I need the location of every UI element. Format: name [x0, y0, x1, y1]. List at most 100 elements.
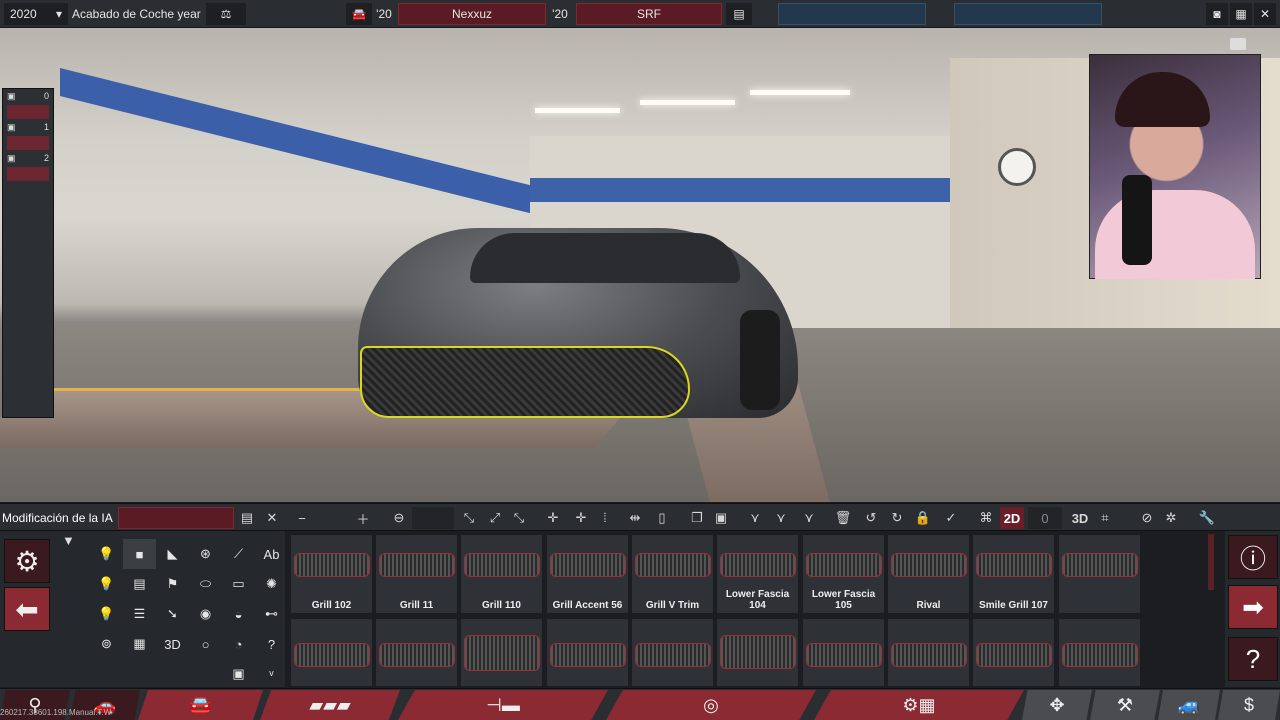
- parts-tab-icon[interactable]: ⊣▬: [398, 690, 608, 720]
- plus-icon[interactable]: ＋: [352, 507, 374, 529]
- part-card[interactable]: [1058, 618, 1141, 687]
- box-icon[interactable]: ▣: [222, 659, 255, 689]
- keyboard-icon[interactable]: ▤: [726, 3, 752, 25]
- scale-x-icon[interactable]: ⤡: [458, 507, 480, 529]
- paste-icon[interactable]: ▣: [710, 507, 732, 529]
- mode-3d-button[interactable]: 3D: [1068, 507, 1092, 529]
- slash-icon[interactable]: ⟋: [222, 539, 255, 569]
- text-tool[interactable]: Ab: [255, 539, 288, 569]
- badge-icon[interactable]: ▭: [222, 569, 255, 599]
- copy-icon[interactable]: ❐: [686, 507, 708, 529]
- layer-row[interactable]: ▣ 0: [3, 89, 53, 104]
- bulb-icon[interactable]: 💡: [90, 599, 123, 629]
- lights-tab-icon[interactable]: ◎: [606, 690, 816, 720]
- bulb-icon[interactable]: 💡: [90, 539, 123, 569]
- check-icon[interactable]: ✓: [940, 507, 962, 529]
- blue-slot-a[interactable]: [778, 3, 926, 25]
- selected-part-outline[interactable]: [360, 346, 690, 418]
- engine-tab-icon[interactable]: ⚙▦: [814, 690, 1024, 720]
- part-card[interactable]: [1058, 534, 1141, 614]
- layer-thumb[interactable]: [7, 105, 49, 119]
- layer-thumb[interactable]: [7, 167, 49, 181]
- part-card[interactable]: Grill V Trim: [631, 534, 714, 614]
- question-icon[interactable]: ?: [1228, 637, 1278, 681]
- arrow-left-icon[interactable]: ⬅: [4, 587, 50, 631]
- eye-icon[interactable]: ◉: [189, 599, 222, 629]
- search-input[interactable]: [118, 507, 234, 529]
- chevron-down-icon[interactable]: ▼: [62, 533, 75, 548]
- rotate-icon[interactable]: ◔: [222, 629, 255, 659]
- scale-icon[interactable]: ⚖: [206, 3, 246, 25]
- move-h-icon[interactable]: ✛: [570, 507, 592, 529]
- layer-row[interactable]: ▣ 2: [3, 151, 53, 166]
- part-card[interactable]: [887, 618, 970, 687]
- design-tab-icon[interactable]: 🚘: [138, 690, 263, 720]
- mirror-b-icon[interactable]: ⋎: [770, 507, 792, 529]
- bird-icon[interactable]: ᵛ: [255, 659, 288, 689]
- exclamation-icon[interactable]: ⓘ: [1228, 535, 1278, 579]
- layer-thumb[interactable]: [7, 136, 49, 150]
- undo-icon[interactable]: ↺: [860, 507, 882, 529]
- wrench-icon[interactable]: 🔧: [1196, 507, 1218, 529]
- part-card[interactable]: Grill Accent 56: [546, 534, 629, 614]
- screenshot-icon[interactable]: [1230, 38, 1246, 50]
- mode-2d-button[interactable]: 2D: [1000, 507, 1024, 529]
- layer-row[interactable]: ▣ 1: [3, 120, 53, 135]
- cup-icon[interactable]: ◒: [222, 599, 255, 629]
- drivetrain-tab-icon[interactable]: ✥: [1022, 690, 1092, 720]
- price-tab-icon[interactable]: $: [1218, 690, 1280, 720]
- part-card[interactable]: Grill 102: [290, 534, 373, 614]
- list-icon[interactable]: ▤: [236, 507, 258, 529]
- scale-y-icon[interactable]: ⤢: [484, 507, 506, 529]
- corner-icon[interactable]: ◣: [156, 539, 189, 569]
- flag-icon[interactable]: ⚑: [156, 569, 189, 599]
- close-icon[interactable]: ✕: [1254, 3, 1276, 25]
- mirror-a-icon[interactable]: ⋎: [744, 507, 766, 529]
- no-symbol-icon[interactable]: ⊘: [1136, 507, 1158, 529]
- part-card[interactable]: [802, 618, 885, 687]
- part-card[interactable]: [716, 618, 799, 687]
- part-card[interactable]: Lower Fascia 105: [802, 534, 885, 614]
- pointer-icon[interactable]: ➘: [156, 599, 189, 629]
- player-a-field[interactable]: Nexxuz: [398, 3, 546, 25]
- crop-icon[interactable]: ⌗: [1094, 507, 1116, 529]
- close-icon[interactable]: ✕: [262, 507, 282, 529]
- move-v-icon[interactable]: ✛: [542, 507, 564, 529]
- stack-icon[interactable]: ▤: [123, 569, 156, 599]
- redo-icon[interactable]: ↻: [886, 507, 908, 529]
- trash-icon[interactable]: 🗑: [832, 507, 854, 529]
- target-icon[interactable]: ⊛: [189, 539, 222, 569]
- circle-minus-icon[interactable]: ⊖: [388, 507, 410, 529]
- gear-icon[interactable]: ⚙: [4, 539, 50, 583]
- lock-icon[interactable]: 🔒: [912, 507, 934, 529]
- square-icon[interactable]: ■: [123, 539, 156, 569]
- player-b-field[interactable]: SRF: [576, 3, 722, 25]
- part-card[interactable]: [972, 618, 1055, 687]
- year-select[interactable]: 2020 ▾: [4, 3, 68, 25]
- bulb-icon[interactable]: 💡: [90, 569, 123, 599]
- flip-icon[interactable]: ⇹: [624, 507, 646, 529]
- part-card[interactable]: Rival: [887, 534, 970, 614]
- part-card[interactable]: [375, 618, 458, 687]
- car-test-tab-icon[interactable]: 🚙: [1158, 690, 1220, 720]
- part-card[interactable]: Lower Fascia 104: [716, 534, 799, 614]
- three-d-tool[interactable]: 3D: [156, 629, 189, 659]
- count-field[interactable]: 0: [1028, 507, 1062, 529]
- garage-viewport[interactable]: ▣ 0 ▣ 1 ▣ 2: [0, 28, 1280, 502]
- part-card[interactable]: [460, 618, 543, 687]
- rim-icon[interactable]: ✺: [255, 569, 288, 599]
- symmetry-icon[interactable]: ⌘: [974, 507, 998, 529]
- part-card[interactable]: [631, 618, 714, 687]
- align-icon[interactable]: ⦙: [596, 507, 614, 529]
- grid-icon[interactable]: ▦: [123, 629, 156, 659]
- suspension-tab-icon[interactable]: ⚒: [1090, 690, 1160, 720]
- parts-scrollbar[interactable]: [1208, 534, 1214, 590]
- part-card[interactable]: Grill 11: [375, 534, 458, 614]
- camera-icon[interactable]: ◙: [1206, 3, 1228, 25]
- part-card[interactable]: Smile Grill 107: [972, 534, 1055, 614]
- mirror-c-icon[interactable]: ⋎: [798, 507, 820, 529]
- arrow-right-icon[interactable]: ➡: [1228, 585, 1278, 629]
- part-card[interactable]: [546, 618, 629, 687]
- link-icon[interactable]: ⊷: [255, 599, 288, 629]
- value-field[interactable]: [412, 507, 454, 529]
